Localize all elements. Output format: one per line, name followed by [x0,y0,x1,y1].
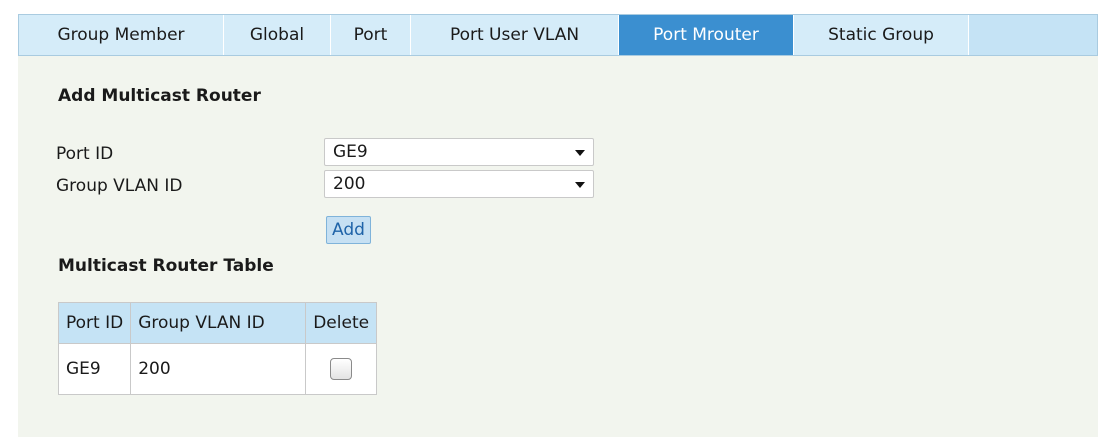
tab-global[interactable]: Global [224,15,331,55]
tab-group-member[interactable]: Group Member [19,15,224,55]
cell-delete [305,343,378,395]
group-vlan-id-label: Group VLAN ID [56,176,183,196]
tab-port-user-vlan[interactable]: Port User VLAN [411,15,619,55]
port-id-label: Port ID [56,144,114,164]
table-row: GE9 200 [57,343,378,395]
multicast-router-table: Port ID Group VLAN ID Delete GE9 200 [57,302,378,395]
column-header-delete: Delete [305,302,378,344]
tab-port-mrouter[interactable]: Port Mrouter [619,15,794,55]
multicast-router-table-title: Multicast Router Table [58,256,274,276]
cell-group-vlan-id: 200 [130,343,307,395]
tab-static-group[interactable]: Static Group [794,15,969,55]
tab-port[interactable]: Port [331,15,411,55]
group-vlan-id-select[interactable]: 200 [324,170,594,198]
content-panel: Add Multicast Router Port ID GE9 Group V… [18,56,1098,437]
table-header-row: Port ID Group VLAN ID Delete [57,302,378,344]
group-vlan-id-value: 200 [333,174,366,194]
port-id-select[interactable]: GE9 [324,138,594,166]
tab-bar: Group Member Global Port Port User VLAN … [18,14,1098,56]
add-multicast-router-title: Add Multicast Router [58,86,261,106]
delete-checkbox[interactable] [330,358,353,380]
add-button[interactable]: Add [326,216,371,244]
chevron-down-icon [575,182,585,188]
chevron-down-icon [575,150,585,156]
column-header-port-id: Port ID [57,302,132,344]
column-header-group-vlan-id: Group VLAN ID [130,302,307,344]
port-id-value: GE9 [333,142,368,162]
cell-port-id: GE9 [57,343,132,395]
